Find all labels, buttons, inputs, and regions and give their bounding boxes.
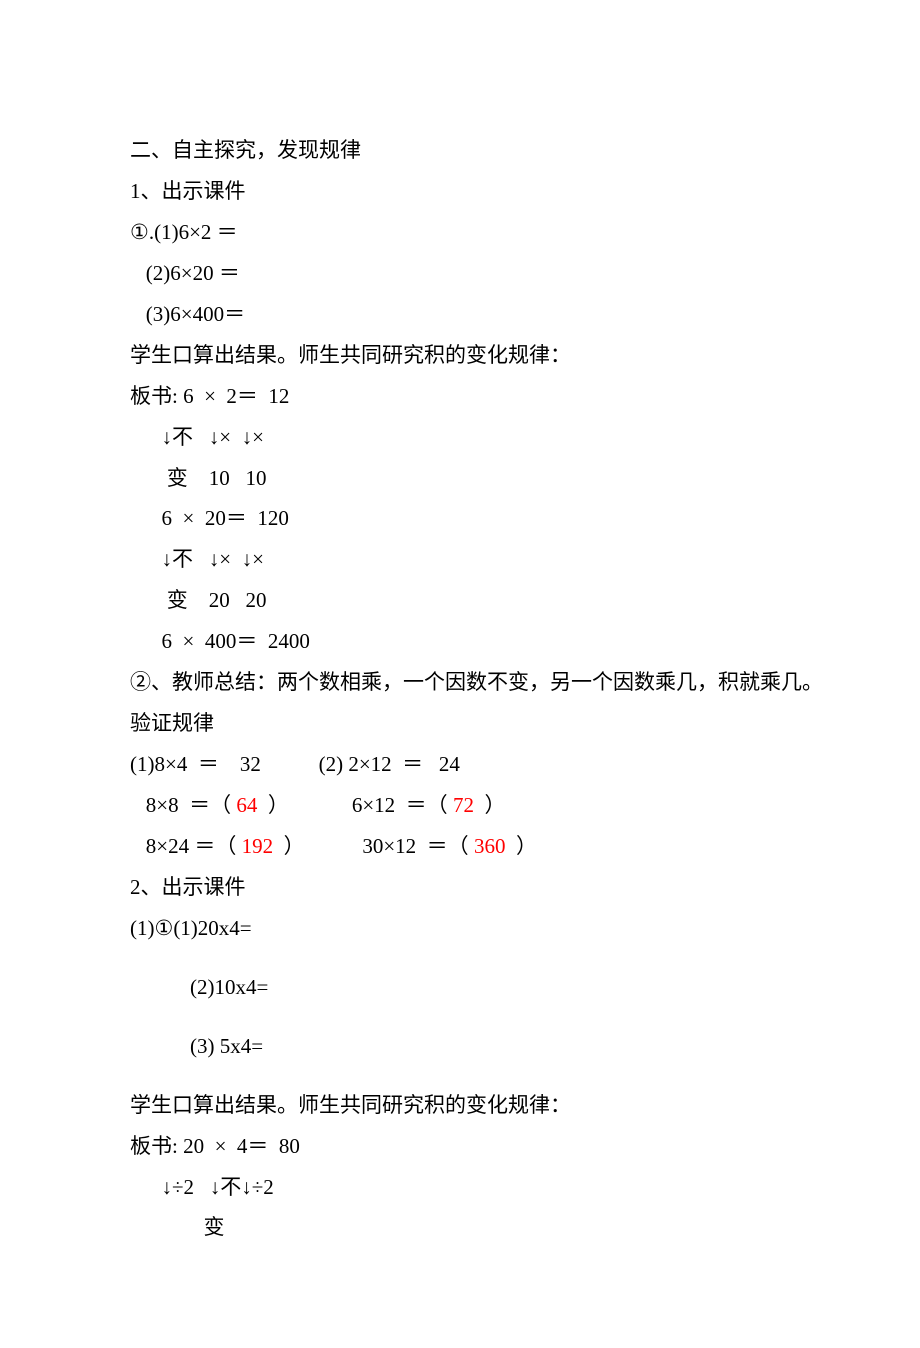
verify-row-2-prefix-2: ） 6×12 ＝（ <box>257 793 453 817</box>
verify-row-2: 8×8 ＝（ 64 ） 6×12 ＝（ 72 ） <box>130 785 790 826</box>
board-line-7: 6 × 400＝ 2400 <box>130 621 790 662</box>
verify-row-2-answer-1: 64 <box>236 793 257 817</box>
item-2-heading: 2、出示课件 <box>130 867 790 908</box>
verify-row-3-suffix: ） <box>505 834 537 858</box>
equation-2-2: (2)10x4= <box>130 967 790 1008</box>
board-line-9: ↓÷2 ↓不↓÷2 <box>130 1167 790 1208</box>
verify-row-2-suffix: ） <box>474 793 506 817</box>
board-line-2: ↓不 ↓× ↓× <box>130 417 790 458</box>
equation-1-3: (3)6×400＝ <box>130 294 790 335</box>
verify-row-3-prefix-1: 8×24 ＝（ <box>130 834 242 858</box>
board-line-10: 变 <box>130 1207 790 1248</box>
board-line-8: 板书: 20 × 4＝ 80 <box>130 1126 790 1167</box>
equation-1-2: (2)6×20 ＝ <box>130 253 790 294</box>
spacer <box>130 949 790 967</box>
spacer <box>130 1008 790 1026</box>
board-line-6: 变 20 20 <box>130 580 790 621</box>
board-line-1: 板书: 6 × 2＝ 12 <box>130 376 790 417</box>
equation-2-3: (3) 5x4= <box>130 1026 790 1067</box>
verify-row-3-prefix-2: ） 30×12 ＝（ <box>273 834 474 858</box>
board-line-3: 变 10 10 <box>130 458 790 499</box>
board-line-5: ↓不 ↓× ↓× <box>130 539 790 580</box>
observation-2: 学生口算出结果。师生共同研究积的变化规律： <box>130 1085 790 1126</box>
verify-row-1: (1)8×4 ＝ 32 (2) 2×12 ＝ 24 <box>130 744 790 785</box>
equation-1-1: ①.(1)6×2 ＝ <box>130 212 790 253</box>
verify-row-3-answer-1: 192 <box>242 834 274 858</box>
verify-row-3: 8×24 ＝（ 192 ） 30×12 ＝（ 360 ） <box>130 826 790 867</box>
spacer <box>130 1067 790 1085</box>
observation-1: 学生口算出结果。师生共同研究积的变化规律： <box>130 335 790 376</box>
verify-row-2-prefix-1: 8×8 ＝（ <box>130 793 236 817</box>
verify-row-3-answer-2: 360 <box>474 834 506 858</box>
equation-2-1: (1)①(1)20x4= <box>130 908 790 949</box>
summary-1: ②、教师总结：两个数相乘，一个因数不变，另一个因数乘几，积就乘几。 <box>130 662 790 703</box>
item-1-heading: 1、出示课件 <box>130 171 790 212</box>
verify-heading: 验证规律 <box>130 703 790 744</box>
section-heading: 二、自主探究，发现规律 <box>130 130 790 171</box>
board-line-4: 6 × 20＝ 120 <box>130 498 790 539</box>
verify-row-2-answer-2: 72 <box>453 793 474 817</box>
